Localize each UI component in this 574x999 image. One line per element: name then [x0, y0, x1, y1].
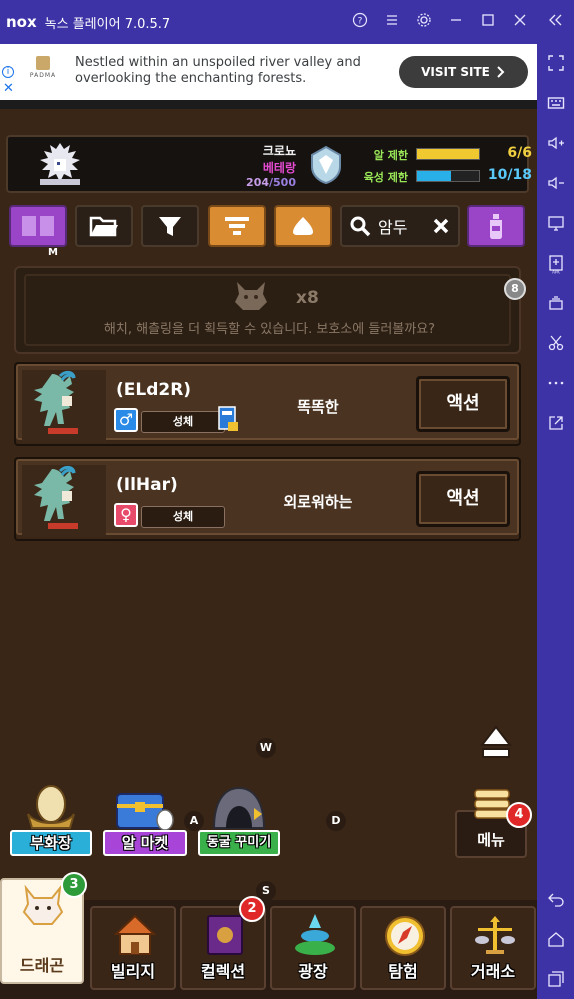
maximize-icon[interactable]	[472, 12, 504, 32]
action-button[interactable]: 액션	[416, 376, 510, 432]
apk-install-icon[interactable]: APK	[537, 254, 574, 278]
search-input[interactable]: 암두	[378, 214, 407, 238]
ad-logo: PADMA	[22, 52, 64, 92]
more-icon[interactable]	[537, 374, 574, 396]
dragon-list-item[interactable]: (IlHar) ♀ 성체 외로워하는 액션	[14, 457, 521, 541]
ad-close-icon[interactable]: ✕	[3, 81, 14, 96]
emulator-sidebar: APK	[537, 44, 574, 999]
dragon-info-panel: 크로뇨 베테랑 204/500 알 제한 6/6 육성 제한 10/18	[6, 135, 532, 193]
hatchery-button[interactable]: 부화장	[10, 784, 92, 856]
folder-button[interactable]	[75, 205, 133, 247]
chevron-right-icon	[497, 66, 505, 78]
dragon-portrait	[22, 370, 106, 442]
egg-nest-icon	[27, 785, 75, 829]
dragon-trait: 똑똑한	[297, 398, 339, 416]
search-icon	[350, 216, 371, 237]
nav-explore[interactable]: 탐험	[360, 906, 446, 990]
hatchling-count: x8	[296, 288, 319, 308]
key-hint-w: W	[256, 738, 276, 758]
dragon-list-item[interactable]: (ELd2R) ♂ 성체 똑똑한 액션	[14, 362, 521, 446]
sort-button[interactable]	[208, 205, 266, 247]
multi-instance-icon[interactable]	[537, 294, 574, 316]
key-hint-m: M	[48, 247, 58, 258]
bottom-navigation: 드래곤 3 빌리지 컬렉션 2 광장 탐험 거래소	[0, 872, 537, 999]
keyboard-icon[interactable]	[537, 94, 574, 116]
nav-plaza[interactable]: 광장	[270, 906, 356, 990]
dragon-head-icon	[22, 884, 64, 925]
compass-icon	[385, 916, 425, 956]
menu-badge: 4	[506, 802, 532, 828]
caret-up-icon	[293, 217, 313, 235]
potion-icon	[490, 214, 502, 239]
hatchling-shelter-notice[interactable]: x8 해치, 해츨링을 더 획득할 수 있습니다. 보호소에 들러볼까요? 8	[14, 266, 526, 354]
nav-exchange[interactable]: 거래소	[450, 906, 536, 990]
filter-button[interactable]	[141, 205, 199, 247]
window-title: 녹스 플레이어 7.0.5.7	[44, 16, 171, 32]
filter-icon	[159, 217, 181, 236]
book-icon	[218, 406, 238, 431]
collection-book-icon	[207, 915, 243, 955]
ad-banner[interactable]: i ✕ PADMA Nestled within an unspoiled ri…	[0, 44, 537, 100]
key-hint-d: D	[326, 811, 346, 831]
chest-icon	[116, 793, 174, 831]
dragon-name: (IlHar)	[116, 475, 178, 495]
house-icon	[113, 914, 157, 955]
volume-up-icon[interactable]	[537, 134, 574, 156]
dragon-portrait	[22, 465, 106, 537]
dragon-trait: 외로워하는	[283, 493, 353, 511]
back-icon[interactable]	[537, 890, 574, 912]
minimize-icon[interactable]	[440, 12, 472, 32]
nav-village[interactable]: 빌리지	[90, 906, 176, 990]
hatch-badge: 8	[504, 278, 526, 300]
ad-text: Nestled within an unspoiled river valley…	[75, 55, 361, 86]
fullscreen-icon[interactable]	[537, 54, 574, 76]
egg-market-button[interactable]: 알 마켓	[103, 784, 187, 856]
close-icon[interactable]	[504, 12, 536, 32]
grid-icon	[22, 216, 54, 236]
crest-icon	[311, 145, 341, 185]
fountain-icon	[295, 914, 335, 955]
screen-icon[interactable]	[537, 214, 574, 236]
folder-icon	[89, 216, 118, 237]
ad-info-icon[interactable]: i	[2, 66, 14, 78]
emulator-title-bar: nox 녹스 플레이어 7.0.5.7 ?	[0, 0, 574, 44]
cave-icon	[212, 786, 266, 829]
scroll-top-icon[interactable]	[480, 725, 512, 761]
cave-decor-button[interactable]: 동굴 꾸미기	[198, 784, 280, 856]
collapse-icon[interactable]	[536, 12, 574, 32]
game-screen: 크로뇨 베테랑 204/500 알 제한 6/6 육성 제한 10/18 M 암…	[0, 100, 537, 999]
female-icon: ♀	[114, 503, 138, 527]
grid-view-button[interactable]	[9, 205, 67, 247]
hatch-message: 해치, 해츨링을 더 획득할 수 있습니다. 보호소에 들러볼까요?	[103, 322, 436, 337]
recent-apps-icon[interactable]	[537, 970, 574, 992]
menu-icon[interactable]	[376, 12, 408, 32]
scissors-icon[interactable]	[537, 334, 574, 356]
search-box[interactable]: 암두	[340, 205, 460, 247]
help-icon[interactable]: ?	[344, 12, 376, 32]
dragon-stage: 성체	[141, 411, 225, 433]
scale-icon	[475, 916, 515, 954]
home-icon[interactable]	[537, 930, 574, 952]
external-link-icon[interactable]	[537, 414, 574, 436]
collection-badge: 2	[239, 896, 265, 922]
action-button[interactable]: 액션	[416, 471, 510, 527]
dragon-badge: 3	[61, 872, 87, 898]
male-icon: ♂	[114, 408, 138, 432]
hatchling-icon	[235, 282, 267, 310]
dragon-name: (ELd2R)	[116, 380, 192, 400]
clear-search-icon[interactable]	[432, 217, 450, 235]
sort-icon	[225, 217, 249, 235]
potion-button[interactable]	[467, 205, 525, 247]
dragon-stage: 성체	[141, 506, 225, 528]
visit-site-button[interactable]: VISIT SITE	[399, 56, 528, 88]
order-toggle-button[interactable]	[274, 205, 332, 247]
nox-logo: nox	[6, 13, 37, 31]
svg-text:?: ?	[358, 17, 363, 27]
dragon-sprite-icon	[40, 143, 80, 185]
svg-text:APK: APK	[552, 270, 560, 275]
dragon-name-block: 크로뇨 베테랑 204/500	[246, 144, 296, 189]
volume-down-icon[interactable]	[537, 174, 574, 196]
settings-icon[interactable]	[408, 12, 440, 32]
